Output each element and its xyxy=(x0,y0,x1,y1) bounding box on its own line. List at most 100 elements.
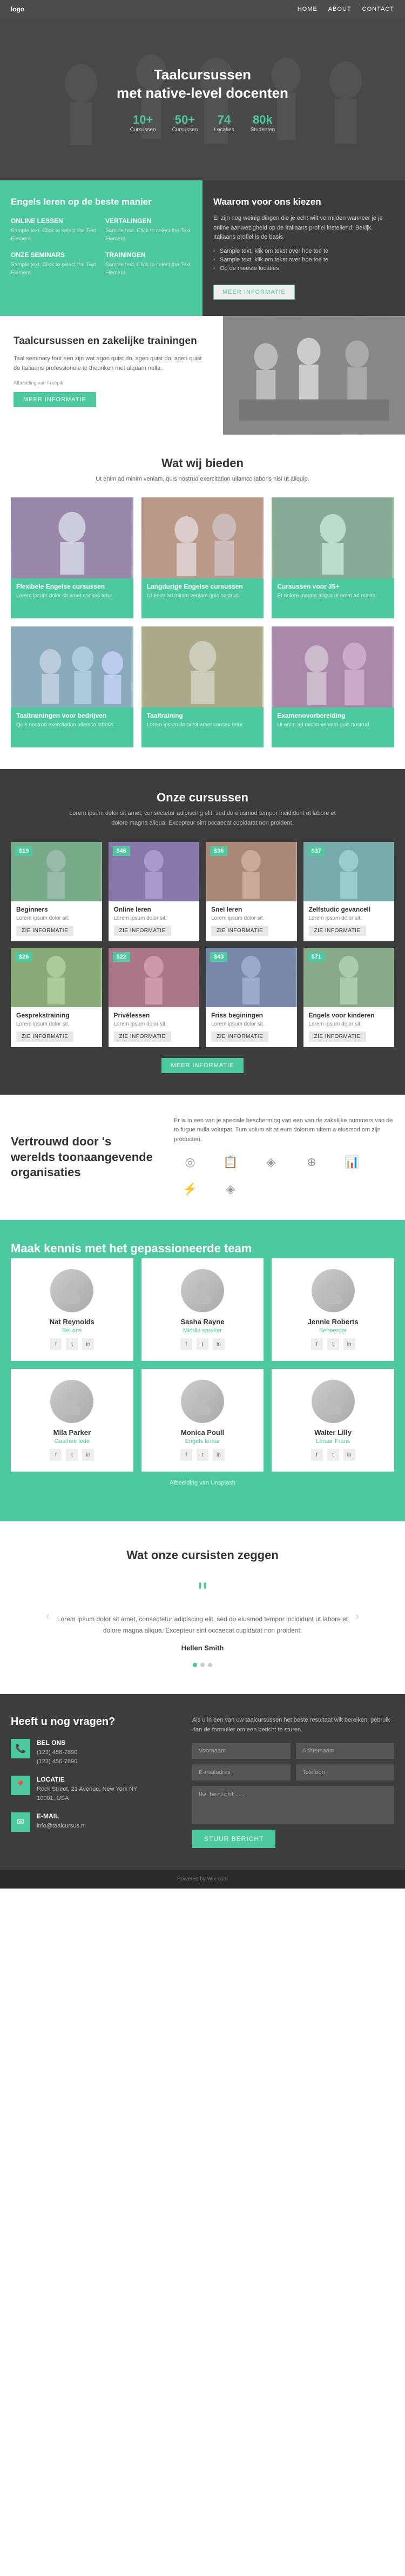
cursus-btn-5[interactable]: ZIE INFORMATIE xyxy=(16,1031,73,1042)
dot-2[interactable] xyxy=(200,1663,205,1667)
team-social-6: f t in xyxy=(282,1449,383,1461)
team-social-3: f t in xyxy=(282,1338,383,1350)
cursus-img-1: $19 xyxy=(11,842,102,901)
twitter-icon-2[interactable]: t xyxy=(197,1338,208,1350)
wat-label-desc-3: Et dolore magna aliqua ut enim ad minim. xyxy=(277,592,389,601)
cursus-card-5: $26 Gesprekstraining Lorem ipsum dolor s… xyxy=(11,948,102,1047)
firstname-input[interactable] xyxy=(192,1743,291,1759)
team-avatar-2 xyxy=(181,1269,224,1312)
cursus-body-2: Online leren Lorem ipsum dolor sit. ZIE … xyxy=(109,901,200,941)
team-card-6: Walter Lilly Leraar Frans f t in xyxy=(272,1369,394,1472)
contact-email-label: E-MAIL xyxy=(37,1812,86,1820)
quote-icon: " xyxy=(55,1579,350,1606)
cursus-btn-1[interactable]: ZIE INFORMATIE xyxy=(16,926,73,936)
wat-label-desc-4: Quis nostrud exercitation ullamco labori… xyxy=(16,721,128,730)
meer-info-button[interactable]: MEER INFORMATIE xyxy=(213,285,295,300)
linkedin-icon-1[interactable]: in xyxy=(82,1338,94,1350)
linkedin-icon-2[interactable]: in xyxy=(213,1338,225,1350)
logo-4: ⊕ xyxy=(295,1152,328,1171)
team-avatar-3 xyxy=(312,1269,355,1312)
cursus-img-3: $36 xyxy=(206,842,297,901)
facebook-icon-2[interactable]: f xyxy=(180,1338,192,1350)
cursus-btn-4[interactable]: ZIE INFORMATIE xyxy=(309,926,366,936)
facebook-icon-3[interactable]: f xyxy=(311,1338,323,1350)
twitter-icon-5[interactable]: t xyxy=(197,1449,208,1461)
waarom-text: Er zijn nog weinig dingen die je echt wi… xyxy=(213,214,394,242)
stat-cursussen: 10+ Cursussen xyxy=(130,113,156,133)
cursus-price-2: $46 xyxy=(113,846,130,856)
vertrouwd-left: Vertrouwd door 's werelds toonaangevende… xyxy=(11,1134,158,1181)
feature-online-desc: Sample text. Click to select the Text El… xyxy=(11,227,97,243)
twitter-icon-4[interactable]: t xyxy=(66,1449,78,1461)
feature-seminars-title: ONZE SEMINARS xyxy=(11,251,97,259)
logos-grid: ◎ 📋 ◈ ⊕ 📊 ⚡ ◈ xyxy=(174,1152,394,1198)
cursus-btn-2[interactable]: ZIE INFORMATIE xyxy=(114,926,171,936)
contact-email-text: E-MAIL info@taalcursus.nl xyxy=(37,1812,86,1831)
submit-button[interactable]: STUUR BERICHT xyxy=(192,1830,275,1848)
logo-2: 📋 xyxy=(214,1152,247,1171)
cursus-btn-6[interactable]: ZIE INFORMATIE xyxy=(114,1031,171,1042)
cursus-desc-2: Lorem ipsum dolor sit. xyxy=(114,915,194,922)
feature-seminars: ONZE SEMINARS Sample text. Click to sele… xyxy=(11,251,97,277)
avatar-icon-4 xyxy=(58,1388,85,1415)
team-photo-credit: Afbeelding van Unsplash xyxy=(11,1480,394,1486)
facebook-icon-1[interactable]: f xyxy=(50,1338,62,1350)
testimonial-next-arrow[interactable]: › xyxy=(350,1610,364,1623)
cursus-card-6: $22 Privélessen Lorem ipsum dolor sit. Z… xyxy=(109,948,200,1047)
linkedin-icon-3[interactable]: in xyxy=(343,1338,355,1350)
nav-home[interactable]: HOME xyxy=(298,6,318,12)
wat-label-6: Examenovorbereiding Ut enim ad minim ven… xyxy=(272,707,394,747)
cursus-card-4: $37 Zelfstudic gevancell Lorem ipsum dol… xyxy=(303,842,395,941)
facebook-icon-4[interactable]: f xyxy=(50,1449,62,1461)
nav-contact[interactable]: CONTACT xyxy=(362,6,394,12)
cursus-desc-5: Lorem ipsum dolor sit. xyxy=(16,1021,97,1028)
feature-vertalingen-desc: Sample text. Click to select the Text El… xyxy=(105,227,192,243)
wat-title: Wat wij bieden xyxy=(11,456,394,470)
cursussen-meer-info-btn[interactable]: MEER INFORMATIE xyxy=(161,1058,244,1073)
linkedin-icon-5[interactable]: in xyxy=(213,1449,225,1461)
twitter-icon-1[interactable]: t xyxy=(66,1338,78,1350)
cursus-btn-3[interactable]: ZIE INFORMATIE xyxy=(211,926,268,936)
facebook-icon-5[interactable]: f xyxy=(180,1449,192,1461)
cursus-btn-7[interactable]: ZIE INFORMATIE xyxy=(211,1031,268,1042)
cursus-price-6: $22 xyxy=(113,952,130,962)
business-btn[interactable]: MEER INFORMATIE xyxy=(14,392,96,407)
facebook-icon-6[interactable]: f xyxy=(311,1449,323,1461)
avatar-icon-3 xyxy=(320,1277,347,1304)
wat-label-desc-6: Ut enim ad minim veniam quis nostrud. xyxy=(277,721,389,730)
linkedin-icon-4[interactable]: in xyxy=(82,1449,94,1461)
stat-label-2: Cursussen xyxy=(172,127,198,133)
team-member-role-2: Middle spreker xyxy=(152,1327,253,1334)
cursus-btn-8[interactable]: ZIE INFORMATIE xyxy=(309,1031,366,1042)
lastname-input[interactable] xyxy=(296,1743,394,1759)
twitter-icon-6[interactable]: t xyxy=(327,1449,339,1461)
contact-phone-line2: (123) 456-7890 xyxy=(37,1757,77,1766)
team-card-4: Mila Parker Gasthee lede f t in xyxy=(11,1369,133,1472)
wat-label-desc-5: Lorem ipsum dolor sit amet consec tetur. xyxy=(147,721,259,730)
cursus-body-1: Beginners Lorem ipsum dolor sit. ZIE INF… xyxy=(11,901,102,941)
logo-5: 📊 xyxy=(336,1152,368,1171)
cursus-body-3: Snel leren Lorem ipsum dolor sit. ZIE IN… xyxy=(206,901,297,941)
message-textarea[interactable] xyxy=(192,1786,394,1824)
dot-3[interactable] xyxy=(208,1663,212,1667)
phone-input[interactable] xyxy=(296,1764,394,1781)
twitter-icon-3[interactable]: t xyxy=(327,1338,339,1350)
email-icon: ✉ xyxy=(17,1817,24,1828)
cursus-name-6: Privélessen xyxy=(114,1011,194,1019)
contact-subtitle: Als u in een van uw taalcursussen het be… xyxy=(192,1716,394,1735)
testimonial-prev-arrow[interactable]: ‹ xyxy=(40,1610,55,1623)
vertrouwd-section: Vertrouwd door 's werelds toonaangevende… xyxy=(0,1095,405,1220)
testimonial-author: Hellen Smith xyxy=(55,1644,350,1652)
cursus-img-5: $26 xyxy=(11,948,102,1007)
logo-icon-6: ⚡ xyxy=(183,1182,197,1196)
hero-section: Taalcursussen met native-level docenten … xyxy=(0,18,405,180)
dot-1[interactable] xyxy=(193,1663,197,1667)
contact-location-line2: 10001, USA xyxy=(37,1794,137,1803)
nav-about[interactable]: ABOUT xyxy=(328,6,352,12)
linkedin-icon-6[interactable]: in xyxy=(343,1449,355,1461)
vertrouwd-right: Er is in een van je speciale bescherming… xyxy=(174,1116,394,1199)
cursus-img-4: $37 xyxy=(303,842,395,901)
email-input[interactable] xyxy=(192,1764,291,1781)
stat-num-1: 10+ xyxy=(130,113,156,127)
team-member-role-3: Beheerder xyxy=(282,1327,383,1334)
